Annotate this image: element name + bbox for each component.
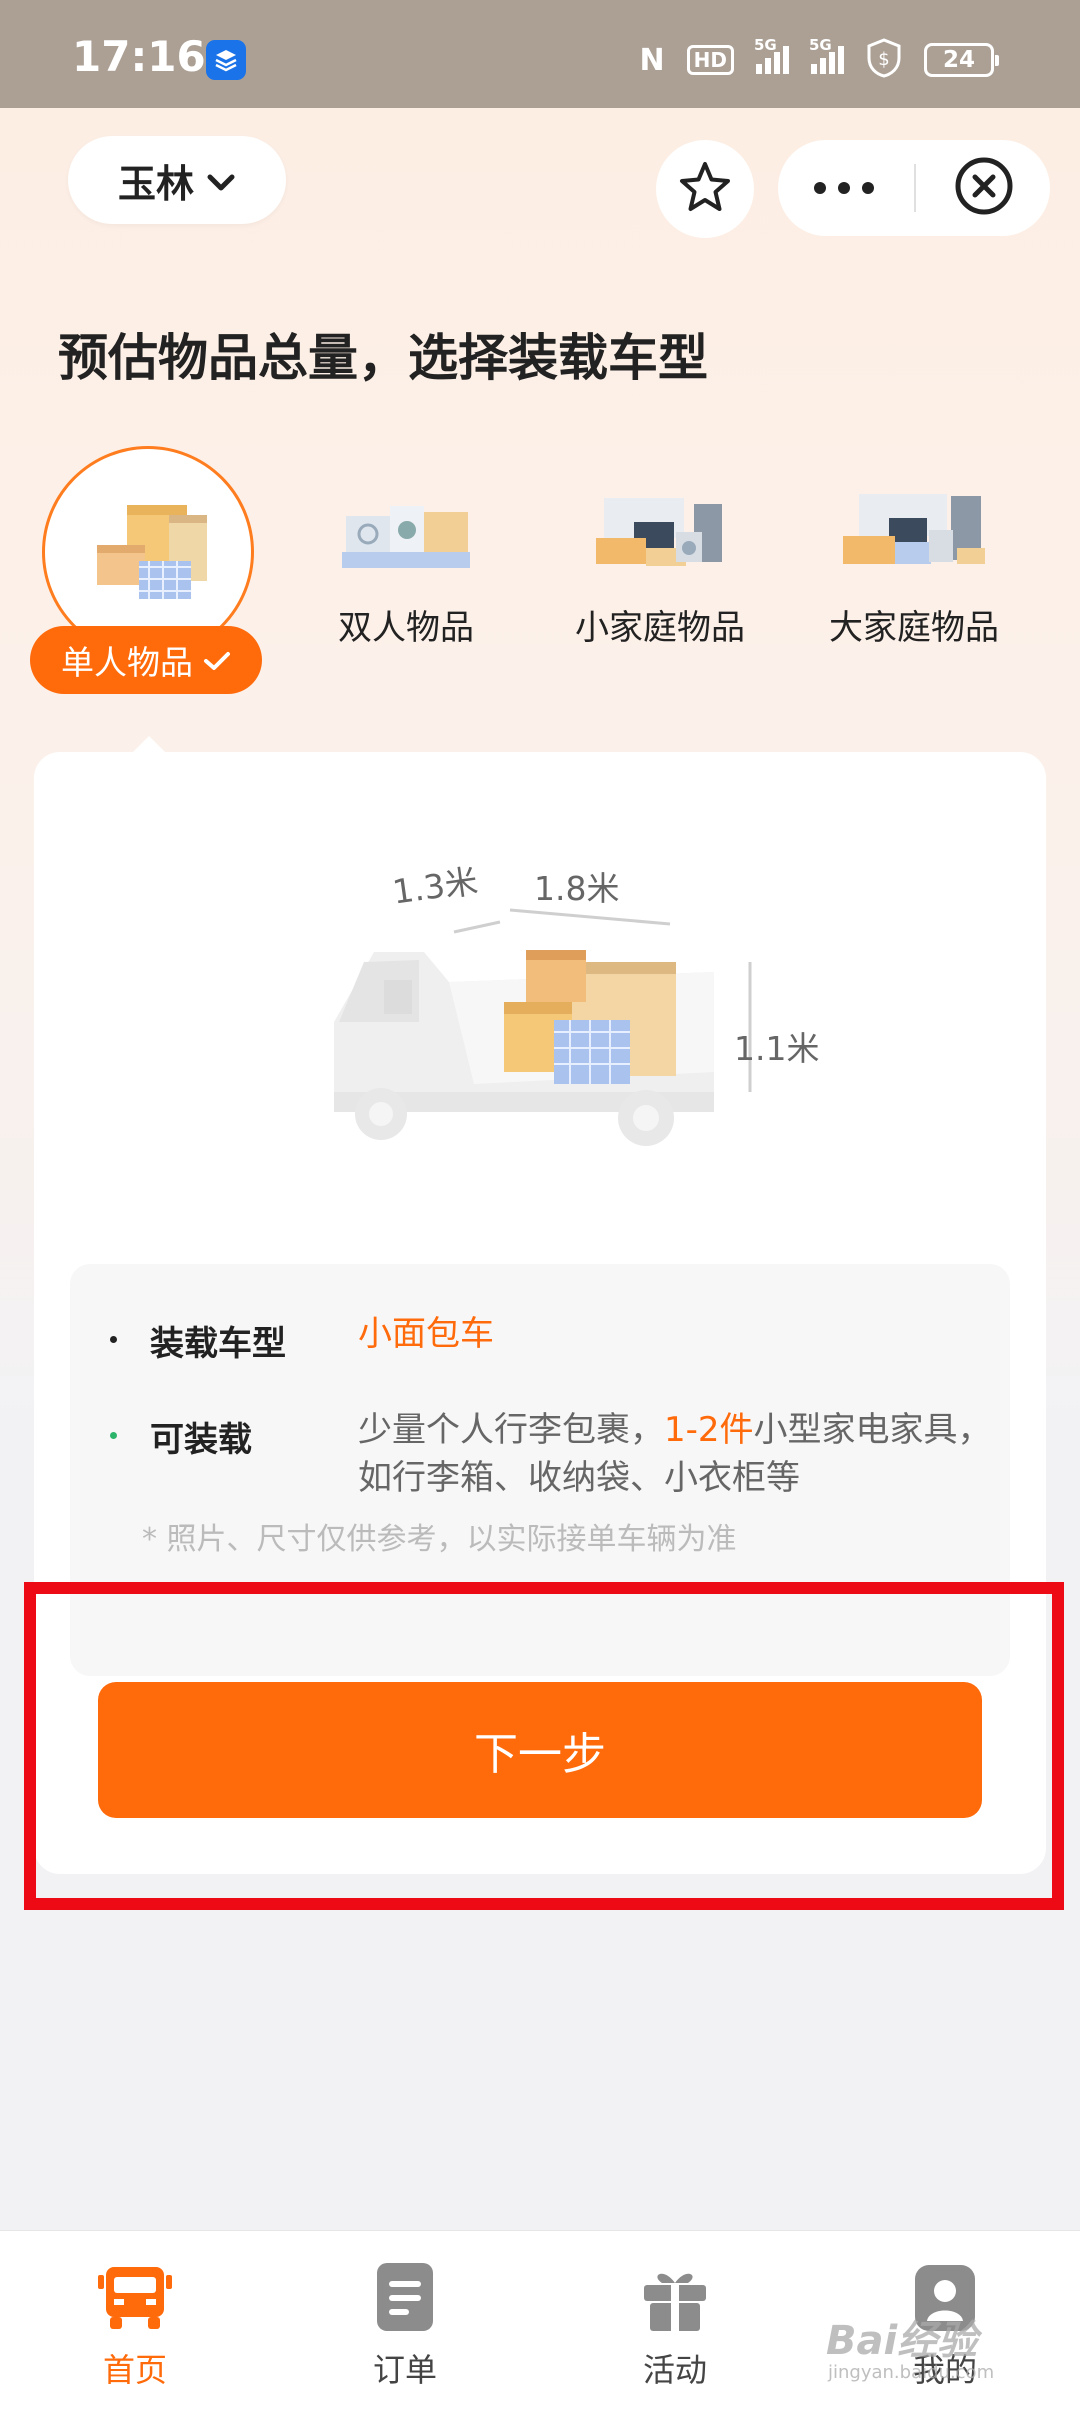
checkmark-icon <box>203 641 231 680</box>
nfc-icon: N <box>639 42 665 78</box>
tab-orders-label: 订单 <box>372 2351 437 2389</box>
watermark-url: jingyan.baidu.com <box>828 2362 995 2383</box>
tab-home-label: 首页 <box>102 2351 167 2389</box>
svg-text:$: $ <box>878 49 889 70</box>
category-label-small-family: 小家庭物品 <box>575 608 745 648</box>
disclaimer-note: * 照片、尺寸仅供参考，以实际接单车辆为准 <box>142 1522 737 1557</box>
vehicle-type-value: 小面包车 <box>358 1314 494 1354</box>
category-double-option[interactable]: 双人物品 <box>286 446 526 649</box>
tab-activities-label: 活动 <box>642 2351 707 2389</box>
category-large-family-option[interactable]: 大家庭物品 <box>794 446 1034 649</box>
truck-icon <box>98 2261 172 2335</box>
city-name: 玉林 <box>117 161 194 206</box>
vehicle-type-label: 装载车型 <box>150 1324 286 1364</box>
more-button[interactable] <box>778 140 910 236</box>
tab-orders[interactable]: 订单 <box>270 2261 540 2391</box>
document-icon <box>368 2261 442 2335</box>
capacity-description: 少量个人行李包裹，1-2件小型家电家具， 如行李箱、收纳袋、小衣柜等 <box>358 1410 992 1498</box>
category-selected-badge[interactable]: 单人物品 <box>30 626 262 694</box>
van-length-label: 1.8米 <box>534 869 620 908</box>
signal-icon-2: 5G <box>809 36 844 74</box>
selection-pointer <box>132 736 166 753</box>
single-items-illustration <box>83 495 213 609</box>
double-items-illustration <box>286 446 526 576</box>
capacity-examples: 如行李箱、收纳袋、小衣柜等 <box>358 1458 800 1498</box>
gift-icon <box>638 2261 712 2335</box>
category-label-large-family: 大家庭物品 <box>829 608 999 648</box>
category-label-double: 双人物品 <box>338 608 474 648</box>
bullet-dot <box>110 1432 117 1439</box>
shield-icon: $ <box>866 38 902 82</box>
capacity-count: 1-2件 <box>664 1410 754 1450</box>
status-bar: 17:16 N HD 5G 5G $ 24 <box>0 0 1080 108</box>
category-small-family-option[interactable]: 小家庭物品 <box>540 446 780 649</box>
status-time: 17:16 <box>72 32 206 81</box>
watermark-logo: Bai经验 <box>826 2318 978 2364</box>
van-height-label: 1.1米 <box>734 1029 820 1068</box>
small-family-items-illustration <box>540 446 780 576</box>
next-step-button[interactable]: 下一步 <box>98 1682 982 1818</box>
vehicle-card: 1.3米 1.8米 1.1米 装载车型 小面包车 可装载 少量个人行李包裹，1-… <box>34 752 1046 1874</box>
battery-indicator: 24 <box>924 43 999 77</box>
signal-icon-1: 5G <box>754 36 789 74</box>
tab-activities[interactable]: 活动 <box>540 2261 810 2391</box>
large-family-items-illustration <box>794 446 1034 576</box>
miniprogram-capsule <box>778 140 1050 236</box>
favorite-button[interactable] <box>656 140 754 238</box>
chevron-down-icon <box>206 158 236 202</box>
capsule-divider <box>914 164 916 212</box>
close-button[interactable] <box>918 140 1050 236</box>
page-title: 预估物品总量，选择装载车型 <box>58 329 708 387</box>
app-notification-icon <box>206 40 246 80</box>
close-circle-icon <box>954 156 1014 220</box>
star-icon <box>677 159 733 219</box>
capacity-label: 可装载 <box>150 1420 252 1460</box>
category-label-single: 单人物品 <box>61 643 193 682</box>
tab-home[interactable]: 首页 <box>0 2261 270 2391</box>
vehicle-info-box: 装载车型 小面包车 可装载 少量个人行李包裹，1-2件小型家电家具， 如行李箱、收… <box>70 1264 1010 1676</box>
city-selector[interactable]: 玉林 <box>68 136 286 224</box>
bullet-dot <box>110 1336 117 1343</box>
hd-icon: HD <box>686 45 734 75</box>
